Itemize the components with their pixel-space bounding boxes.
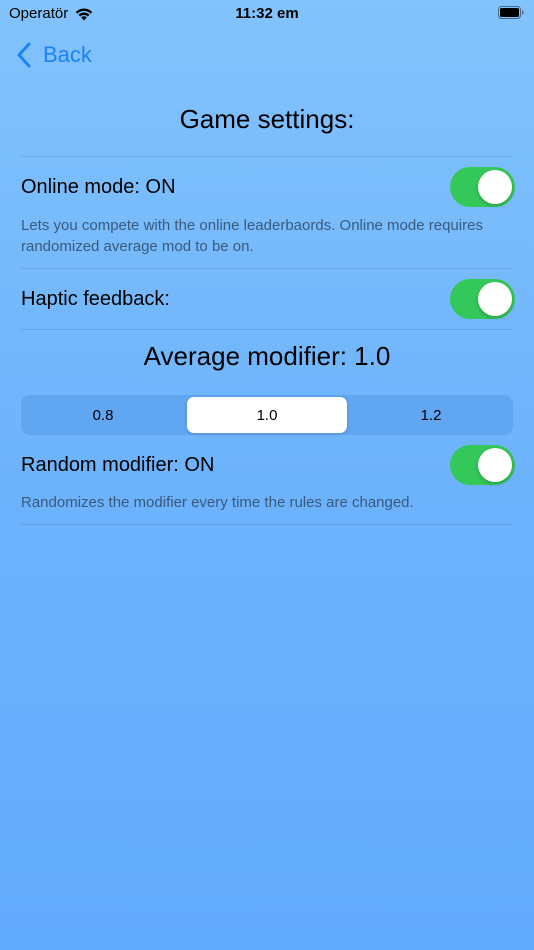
average-modifier-segmented-control: 0.8 1.0 1.2 [21,395,513,435]
average-modifier-title: Average modifier: 1.0 [143,341,391,371]
toggle-knob [478,448,512,482]
divider [21,156,512,157]
page-title: Game settings: [179,104,355,134]
battery-icon [498,6,524,19]
chevron-left-icon [17,42,31,68]
segment-option-0-8[interactable]: 0.8 [23,397,183,433]
haptic-feedback-toggle[interactable] [450,279,515,319]
online-mode-label: Online mode: ON [21,176,176,198]
online-mode-toggle[interactable] [450,167,515,207]
segment-option-1-0[interactable]: 1.0 [187,397,347,433]
divider [21,268,512,269]
status-time: 11:32 em [235,5,299,22]
random-modifier-description: Randomizes the modifier every time the r… [21,494,414,511]
toggle-knob [478,282,512,316]
back-label: Back [43,42,92,67]
segment-option-1-2[interactable]: 1.2 [351,397,511,433]
online-mode-description: Lets you compete with the online leaderb… [21,217,483,255]
divider [21,524,512,525]
random-modifier-label: Random modifier: ON [21,454,215,476]
toggle-knob [478,170,512,204]
haptic-feedback-label: Haptic feedback: [21,288,170,310]
divider [21,329,512,330]
random-modifier-toggle[interactable] [450,445,515,485]
status-bar: Operatör 11:32 em [0,0,534,28]
back-button[interactable]: Back [16,40,92,70]
